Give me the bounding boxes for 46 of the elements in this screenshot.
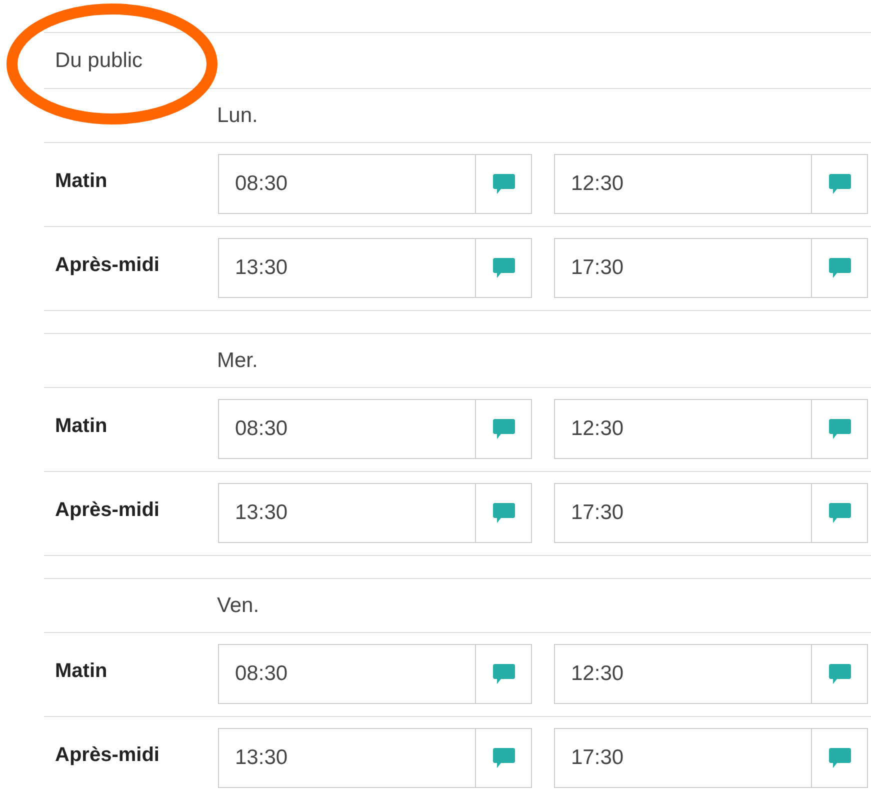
day-label: Ven. (217, 594, 260, 618)
section-title: Du public (55, 48, 143, 72)
speech-bubble-icon (492, 173, 516, 195)
speech-bubble-icon (492, 418, 516, 440)
comment-button[interactable] (812, 238, 868, 298)
period-label: Matin (54, 414, 108, 439)
time-field[interactable]: 08:30 (218, 154, 476, 214)
time-field[interactable]: 17:30 (554, 483, 812, 543)
comment-button[interactable] (812, 644, 868, 704)
comment-button[interactable] (812, 483, 868, 543)
comment-button[interactable] (812, 399, 868, 459)
day-label: Mer. (217, 348, 258, 372)
period-label: Matin (54, 659, 108, 684)
comment-button[interactable] (476, 483, 532, 543)
day-label: Lun. (217, 104, 258, 128)
time-field[interactable]: 17:30 (554, 728, 812, 788)
comment-button[interactable] (476, 644, 532, 704)
speech-bubble-icon (828, 418, 852, 440)
speech-bubble-icon (492, 663, 516, 685)
comment-button[interactable] (812, 154, 868, 214)
speech-bubble-icon (492, 257, 516, 279)
speech-bubble-icon (492, 502, 516, 524)
time-field[interactable]: 12:30 (554, 154, 812, 214)
time-field[interactable]: 13:30 (218, 483, 476, 543)
comment-button[interactable] (476, 238, 532, 298)
speech-bubble-icon (828, 663, 852, 685)
time-field[interactable]: 13:30 (218, 728, 476, 788)
time-field[interactable]: 13:30 (218, 238, 476, 298)
speech-bubble-icon (828, 502, 852, 524)
comment-button[interactable] (476, 728, 532, 788)
speech-bubble-icon (492, 747, 516, 769)
time-field[interactable]: 12:30 (554, 399, 812, 459)
period-label: Matin (54, 169, 108, 194)
speech-bubble-icon (828, 257, 852, 279)
comment-button[interactable] (476, 399, 532, 459)
time-field[interactable]: 08:30 (218, 644, 476, 704)
period-label: Après-midi (54, 743, 160, 768)
period-label: Après-midi (54, 253, 160, 278)
period-label: Après-midi (54, 498, 160, 523)
time-field[interactable]: 17:30 (554, 238, 812, 298)
speech-bubble-icon (828, 747, 852, 769)
time-field[interactable]: 12:30 (554, 644, 812, 704)
comment-button[interactable] (812, 728, 868, 788)
time-field[interactable]: 08:30 (218, 399, 476, 459)
comment-button[interactable] (476, 154, 532, 214)
speech-bubble-icon (828, 173, 852, 195)
